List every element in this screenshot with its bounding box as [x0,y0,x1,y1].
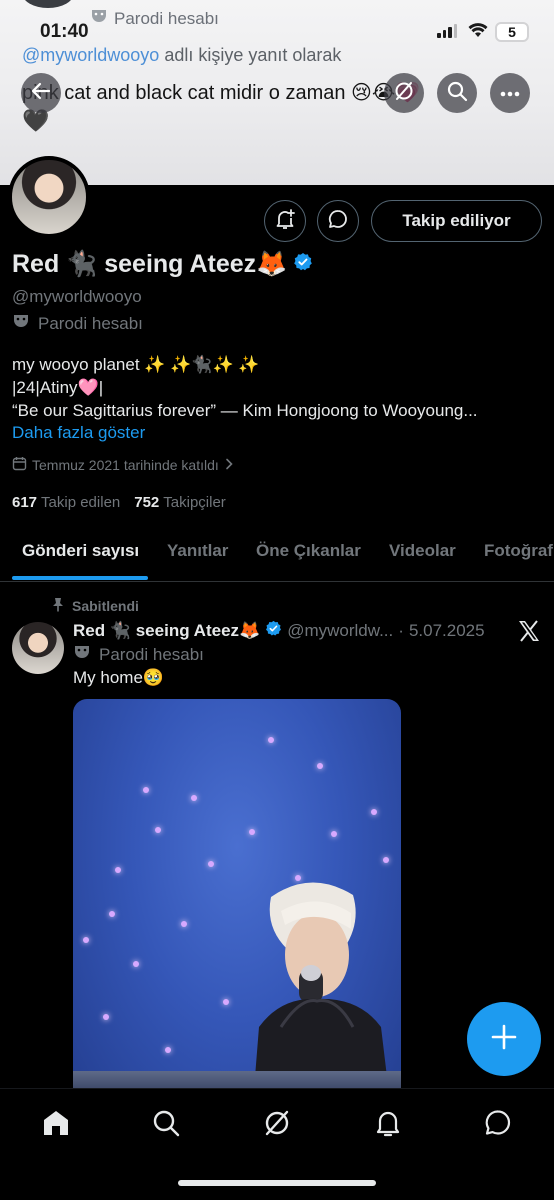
arrow-left-icon [30,80,52,107]
more-options-button[interactable] [490,73,530,113]
calendar-icon [12,456,27,474]
bio-line: |24|Atiny🩷| [12,378,104,397]
grok-button[interactable] [384,73,424,113]
post-date[interactable]: 5.07.2025 [409,621,485,641]
post-separator: · [398,621,404,640]
post-author-handle[interactable]: @myworldw... [287,621,393,641]
compose-post-button[interactable] [467,1002,541,1076]
nav-search[interactable] [144,1105,188,1145]
following-button[interactable]: Takip ediliyor [371,200,542,242]
tab-replies[interactable]: Yanıtlar [167,541,228,561]
profile-username: @myworldwooyo [12,287,142,306]
message-bubble-icon [327,208,349,235]
following-stat[interactable]: 617 Takip edilen [12,494,120,511]
bio-line: “Be our Sagittarius forever” — Kim Hongj… [12,401,478,420]
sparkle [249,829,255,835]
verified-badge-icon [265,620,282,642]
bell-icon [373,1108,403,1143]
parody-mask-icon [12,313,30,334]
more-dots-icon [500,84,520,102]
post-text: My home🥹 [73,668,165,687]
nav-grok[interactable] [255,1105,299,1145]
sparkle [143,787,149,793]
profile-bio: my wooyo planet ✨ ✨🐈‍⬛✨ ✨ |24|Atiny🩷| “B… [12,353,542,422]
direct-message-button[interactable] [317,200,359,242]
active-tab-indicator [12,576,148,580]
chevron-right-icon [224,457,234,473]
show-more-link[interactable]: Daha fazla göster [12,423,145,443]
followers-stat[interactable]: 752 Takipçiler [134,494,226,511]
post-header: Red 🐈‍⬛ seeing Ateez🦊 @myworldw... · 5.0… [73,620,485,642]
sparkle [191,795,197,801]
bell-plus-icon [274,208,296,235]
pinned-label: Sabitlendi [52,597,139,615]
post-video-thumbnail[interactable] [73,699,401,1119]
sparkle [331,831,337,837]
banner-reply-text: pink cat and black cat midir o zaman 😢😭💗 [22,82,421,104]
sparkle [223,999,229,1005]
pin-icon [52,597,64,615]
profile-parody-label: Parodi hesabı [12,313,143,334]
sparkle [181,921,187,927]
sparkle [268,737,274,743]
search-button[interactable] [437,73,477,113]
tab-videos[interactable]: Videolar [389,541,456,561]
profile-tabs: Gönderi sayısı Yanıtlar Öne Çıkanlar Vid… [0,526,554,582]
sparkle [83,937,89,943]
search-icon [151,1108,181,1143]
status-time: 01:40 [40,21,89,42]
notifications-subscribe-button[interactable] [264,200,306,242]
message-bubble-icon [483,1108,513,1143]
post-author-avatar[interactable] [12,622,64,674]
tab-photos[interactable]: Fotoğraflar [484,541,554,561]
tab-posts[interactable]: Gönderi sayısı [22,541,139,561]
sparkle [103,1014,109,1020]
nav-notifications[interactable] [366,1105,410,1145]
cellular-signal-icon [437,24,457,38]
bio-line: my wooyo planet ✨ ✨🐈‍⬛✨ ✨ [12,355,260,374]
parody-mask-icon [73,644,91,665]
search-icon [446,80,468,107]
back-button[interactable] [21,73,61,113]
nav-messages[interactable] [476,1105,520,1145]
battery-indicator: 5 [495,22,529,42]
follow-stats: 617 Takip edilen 752 Takipçiler [12,494,226,511]
status-bar: 01:40 5 [0,0,554,58]
sparkle [133,961,139,967]
sparkle [208,861,214,867]
sparkle [165,1047,171,1053]
nav-home[interactable] [34,1105,78,1145]
home-indicator [178,1180,376,1186]
grok-icon [262,1108,292,1143]
grok-icon [393,80,415,107]
sparkle [109,911,115,917]
post-parody-label: Parodi hesabı [73,644,204,665]
post-author-name[interactable]: Red 🐈‍⬛ seeing Ateez🦊 [73,621,260,641]
x-logo-icon [517,620,541,649]
sparkle [317,763,323,769]
joined-date[interactable]: Temmuz 2021 tarihinde katıldı [12,456,234,474]
home-icon [41,1108,71,1143]
verified-badge-icon[interactable] [293,250,313,279]
sparkle [383,857,389,863]
sparkle [371,809,377,815]
plus-icon [490,1023,518,1056]
sparkle [155,827,161,833]
tab-highlights[interactable]: Öne Çıkanlar [256,541,361,561]
wifi-icon [468,22,488,43]
profile-display-name: Red 🐈‍⬛ seeing Ateez🦊 [12,250,313,279]
profile-avatar[interactable] [8,156,90,238]
sparkle [115,867,121,873]
